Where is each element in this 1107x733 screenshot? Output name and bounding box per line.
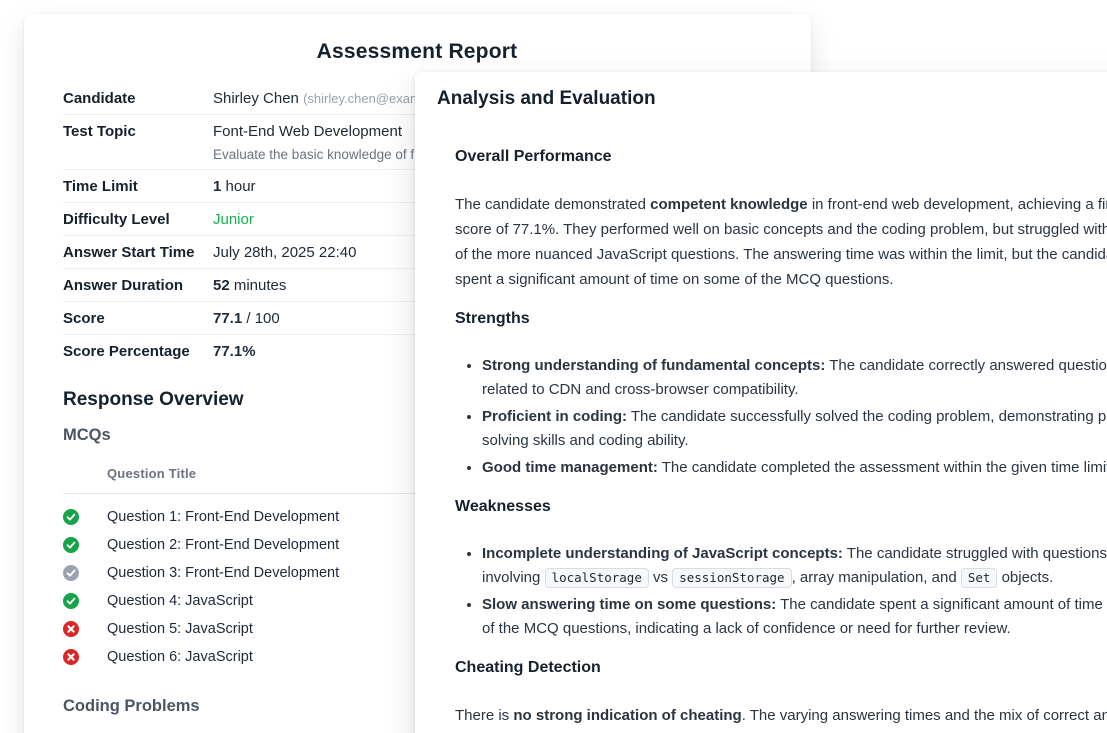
- info-label-score-percentage: Score Percentage: [63, 341, 213, 362]
- text-segment: The candidate demonstrated: [455, 196, 650, 213]
- info-value-score-percentage: 77.1%: [213, 341, 256, 362]
- text-segment: spent a significant amount of time on so…: [455, 271, 894, 288]
- text-segment: 52: [213, 277, 230, 294]
- inline-code-chip: localStorage: [545, 568, 649, 588]
- question-title: Question 1: Front-End Development: [107, 509, 339, 525]
- x-circle-icon: [63, 621, 107, 637]
- text-segment: minutes: [230, 277, 287, 294]
- analysis-sections: Overall Performance The candidate demonst…: [455, 146, 1107, 733]
- bullet-item: Slow answering time on some questions: T…: [482, 593, 1107, 641]
- text-segment: vs: [649, 569, 672, 586]
- bullet-line: of the MCQ questions, indicating a lack …: [482, 617, 1107, 641]
- paragraph-line: score of 77.1%. They performed well on b…: [455, 217, 1107, 242]
- text-segment: Junior: [213, 211, 254, 228]
- info-label-candidate: Candidate: [63, 88, 213, 109]
- question-title: Question 2: Front-End Development: [107, 537, 339, 553]
- bullet-line: Good time management: The candidate comp…: [482, 456, 1107, 480]
- paragraph-line: of the more nuanced JavaScript questions…: [455, 242, 1107, 267]
- text-segment: Font-End Web Development: [213, 123, 402, 140]
- text-segment: Slow answering time on some questions:: [482, 596, 776, 613]
- bullet-line: Proficient in coding: The candidate succ…: [482, 405, 1107, 429]
- text-segment: There is: [455, 707, 513, 724]
- bullet-line: involving localStorage vs sessionStorage…: [482, 566, 1107, 590]
- question-title: Question 3: Front-End Development: [107, 565, 339, 581]
- inline-code-chip: Set: [961, 568, 998, 588]
- bullet-item: Incomplete understanding of JavaScript c…: [482, 542, 1107, 590]
- text-segment: involving: [482, 569, 545, 586]
- section-paragraph: The candidate demonstrated competent kno…: [455, 192, 1107, 292]
- section-bullet-list: Strong understanding of fundamental conc…: [455, 354, 1107, 480]
- paragraph-line: There is no strong indication of cheatin…: [455, 703, 1107, 728]
- text-segment: Incomplete understanding of JavaScript c…: [482, 545, 843, 562]
- question-title: Question 6: JavaScript: [107, 649, 253, 665]
- text-segment: objects.: [997, 569, 1053, 586]
- x-circle-icon: [63, 649, 107, 665]
- text-segment: , array manipulation, and: [792, 569, 961, 586]
- bullet-line: solving skills and coding ability.: [482, 429, 1107, 453]
- text-segment: score of 77.1%. They performed well on b…: [455, 221, 1107, 238]
- text-segment: July 28th, 2025 22:40: [213, 244, 356, 261]
- text-segment: related to CDN and cross-browser compati…: [482, 381, 799, 398]
- info-value-answer-duration: 52 minutes: [213, 275, 286, 296]
- info-value-time-limit: 1 hour: [213, 176, 256, 197]
- text-segment: The candidate completed the assessment w…: [658, 459, 1107, 476]
- report-title: Assessment Report: [63, 40, 771, 64]
- page: Assessment Report CandidateShirley Chen …: [0, 0, 1107, 733]
- info-value-difficulty-level: Junior: [213, 209, 254, 230]
- text-segment: in front-end web development, achieving …: [808, 196, 1107, 213]
- text-segment: The candidate spent a significant amount…: [776, 596, 1107, 613]
- text-segment: Strong understanding of fundamental conc…: [482, 357, 825, 374]
- question-title-header: Question Title: [107, 466, 196, 481]
- bullet-line: Strong understanding of fundamental conc…: [482, 354, 1107, 378]
- analysis-title: Analysis and Evaluation: [437, 86, 1107, 112]
- text-segment: . The varying answering times and the mi…: [742, 707, 1107, 724]
- info-label-test-topic: Test Topic: [63, 121, 213, 142]
- question-title: Question 5: JavaScript: [107, 621, 253, 637]
- text-segment: The candidate correctly answered questio…: [825, 357, 1107, 374]
- check-circle-icon: [63, 509, 107, 525]
- bullet-line: Slow answering time on some questions: T…: [482, 593, 1107, 617]
- check-circle-icon: [63, 593, 107, 609]
- text-segment: Proficient in coding:: [482, 408, 627, 425]
- bullet-item: Strong understanding of fundamental conc…: [482, 354, 1107, 402]
- text-segment: / 100: [242, 310, 280, 327]
- check-circle-muted-icon: [63, 565, 107, 581]
- text-segment: 77.1: [213, 310, 242, 327]
- bullet-line: related to CDN and cross-browser compati…: [482, 378, 1107, 402]
- analysis-panel: Analysis and Evaluation Overall Performa…: [415, 72, 1107, 733]
- info-label-difficulty-level: Difficulty Level: [63, 209, 213, 230]
- text-segment: of the MCQ questions, indicating a lack …: [482, 620, 1011, 637]
- paragraph-line: The candidate demonstrated competent kno…: [455, 192, 1107, 217]
- section-heading: Strengths: [455, 308, 1107, 330]
- text-segment: hour: [221, 178, 255, 195]
- bullet-item: Good time management: The candidate comp…: [482, 456, 1107, 480]
- info-label-time-limit: Time Limit: [63, 176, 213, 197]
- text-segment: of the more nuanced JavaScript questions…: [455, 246, 1107, 263]
- text-segment: competent knowledge: [650, 196, 808, 213]
- text-segment: no strong indication of cheating: [513, 707, 741, 724]
- text-segment: The candidate struggled with questions: [843, 545, 1107, 562]
- section-heading: Overall Performance: [455, 146, 1107, 168]
- bullet-line: Incomplete understanding of JavaScript c…: [482, 542, 1107, 566]
- section-paragraph: There is no strong indication of cheatin…: [455, 703, 1107, 733]
- check-circle-icon: [63, 537, 107, 553]
- text-segment: Good time management:: [482, 459, 658, 476]
- info-label-answer-start-time: Answer Start Time: [63, 242, 213, 263]
- text-segment: solving skills and coding ability.: [482, 432, 689, 449]
- bullet-item: Proficient in coding: The candidate succ…: [482, 405, 1107, 453]
- info-value-answer-start-time: July 28th, 2025 22:40: [213, 242, 356, 263]
- section-heading: Cheating Detection: [455, 657, 1107, 679]
- paragraph-line: spent a significant amount of time on so…: [455, 267, 1107, 292]
- section-bullet-list: Incomplete understanding of JavaScript c…: [455, 542, 1107, 641]
- section-heading: Weaknesses: [455, 496, 1107, 518]
- question-title: Question 4: JavaScript: [107, 593, 253, 609]
- info-value-score: 77.1 / 100: [213, 308, 280, 329]
- info-label-score: Score: [63, 308, 213, 329]
- info-label-answer-duration: Answer Duration: [63, 275, 213, 296]
- text-segment: The candidate successfully solved the co…: [627, 408, 1107, 425]
- text-segment: 77.1%: [213, 343, 256, 360]
- inline-code-chip: sessionStorage: [672, 568, 791, 588]
- paragraph-line: incorrect answers suggest the candidate …: [455, 728, 1107, 733]
- text-segment: Shirley Chen: [213, 90, 299, 107]
